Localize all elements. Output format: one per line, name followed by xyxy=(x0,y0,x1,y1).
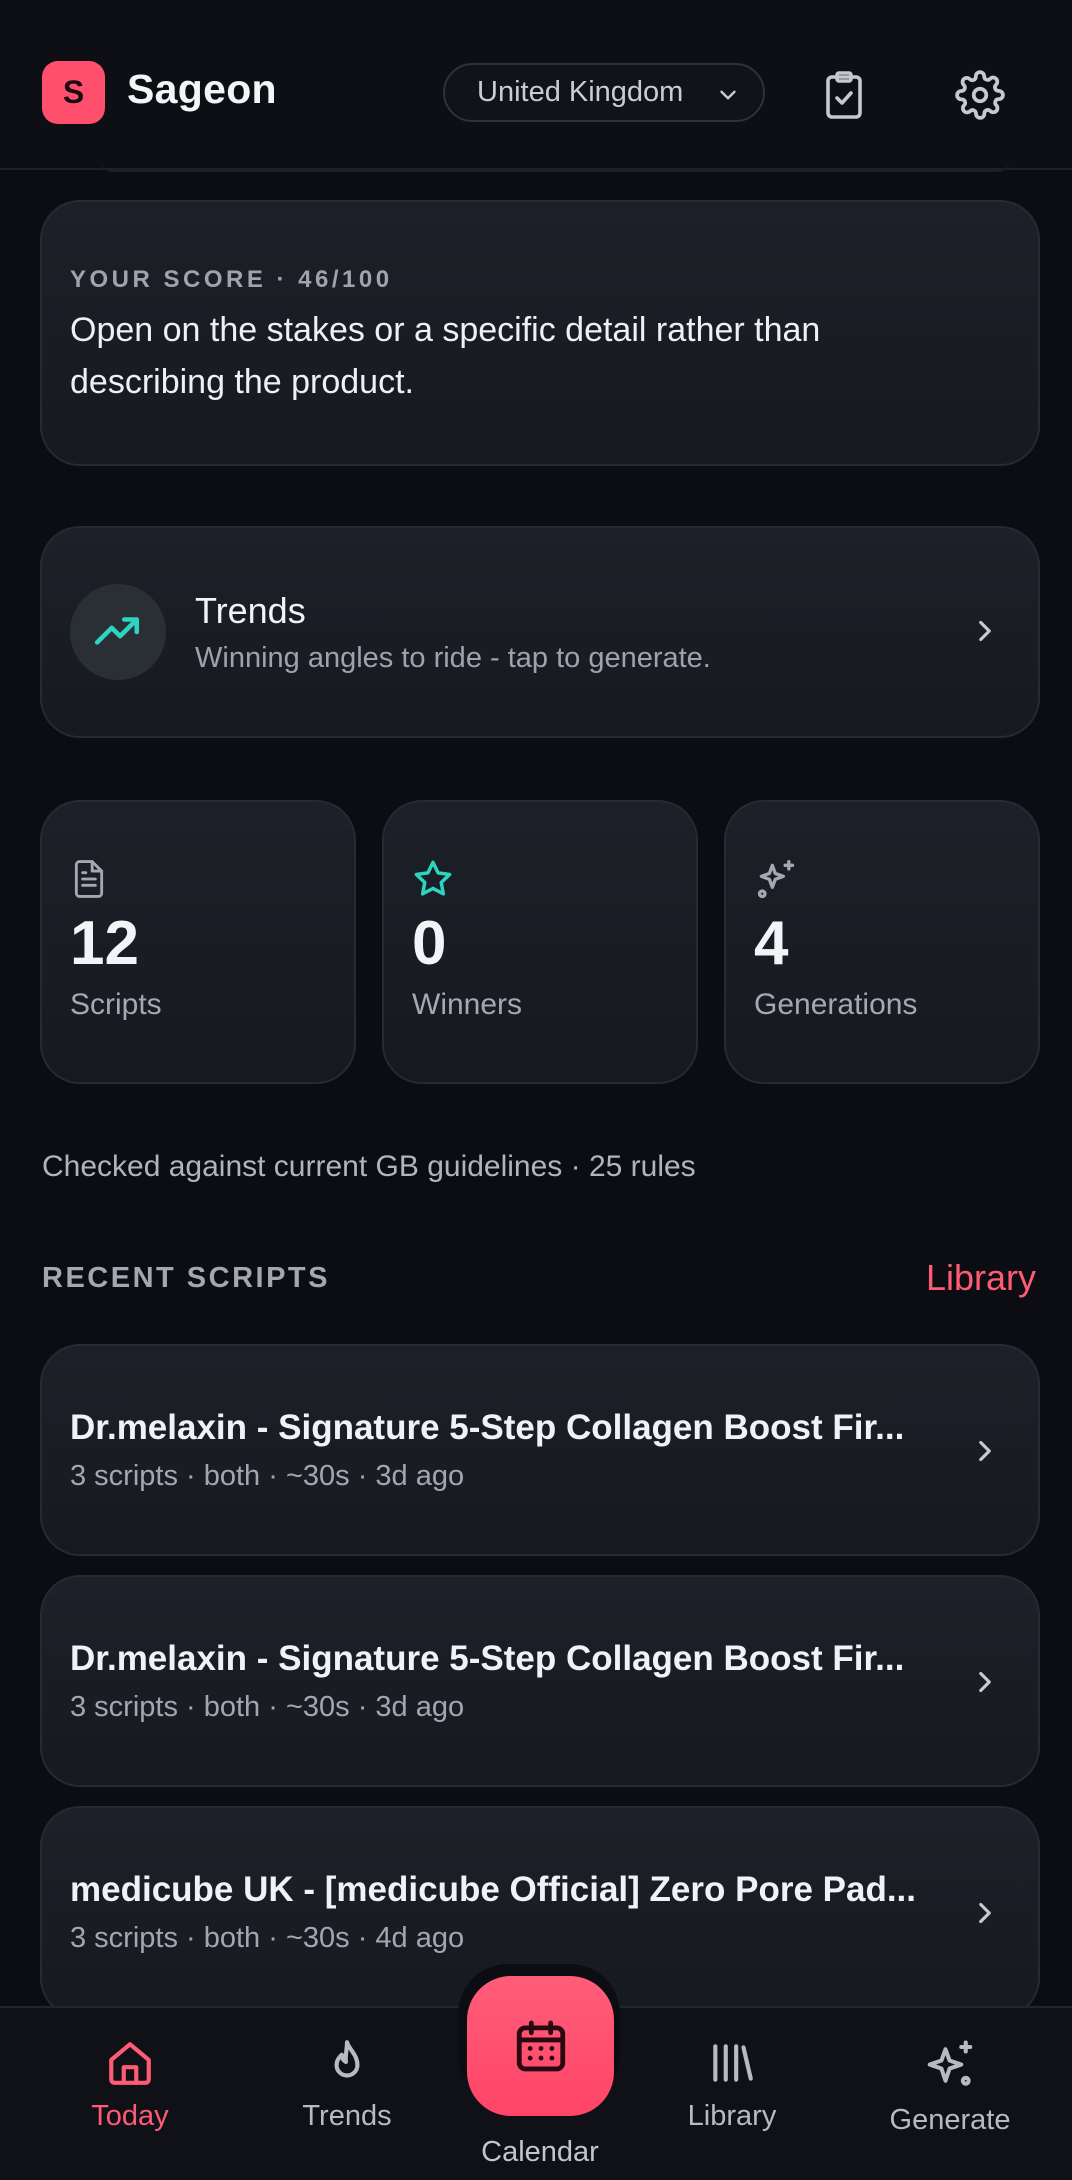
stat-value: 12 xyxy=(70,909,139,978)
nav-label: Library xyxy=(687,2100,777,2132)
script-title: Dr.melaxin - Signature 5-Step Collagen B… xyxy=(70,1639,905,1678)
stat-value: 0 xyxy=(412,909,447,978)
region-select-value: United Kingdom xyxy=(477,76,684,108)
star-icon xyxy=(414,860,452,896)
stat-value: 4 xyxy=(754,909,789,978)
home-icon xyxy=(109,2042,151,2085)
scrolled-card-edge xyxy=(100,160,1010,172)
nav-label: Generate xyxy=(889,2104,1011,2136)
chevron-right-icon xyxy=(979,1671,991,1693)
stat-generations[interactable]: 4 Generations xyxy=(724,800,1040,1084)
script-list-item[interactable]: Dr.melaxin - Signature 5-Step Collagen B… xyxy=(40,1344,1040,1556)
script-meta: 3 scripts · both · ~30s · 3d ago xyxy=(70,1460,465,1492)
chevron-right-icon xyxy=(979,1902,991,1924)
app-header: S Sageon United Kingdom xyxy=(0,0,1072,170)
calendar-icon xyxy=(516,2020,565,2072)
trending-up-icon xyxy=(94,617,140,645)
guidelines-note: Checked against current GB guidelines · … xyxy=(42,1150,696,1183)
nav-calendar-label: Calendar xyxy=(481,2136,599,2168)
chevron-down-icon xyxy=(720,90,736,100)
nav-label: Trends xyxy=(302,2100,392,2132)
clipboard-check-icon xyxy=(826,71,862,119)
chevron-right-icon xyxy=(979,1440,991,1462)
document-icon xyxy=(74,860,104,898)
nav-library[interactable]: Library xyxy=(642,2038,822,2158)
app-name: Sageon xyxy=(127,66,277,112)
sparkles-icon xyxy=(927,2040,973,2086)
library-icon xyxy=(713,2044,753,2082)
trends-title: Trends xyxy=(195,590,306,631)
region-select[interactable]: United Kingdom xyxy=(443,63,765,122)
library-link[interactable]: Library xyxy=(926,1257,1036,1299)
stat-label: Winners xyxy=(412,988,523,1021)
app-logo: S xyxy=(42,61,105,124)
nav-generate[interactable]: Generate xyxy=(860,2038,1040,2158)
clipboard-check-button[interactable] xyxy=(809,60,879,130)
nav-trends[interactable]: Trends xyxy=(257,2038,437,2158)
chevron-right-icon xyxy=(979,620,991,642)
script-meta: 3 scripts · both · ~30s · 4d ago xyxy=(70,1922,465,1954)
stat-label: Generations xyxy=(754,988,918,1021)
calendar-fab-button[interactable] xyxy=(467,1976,614,2116)
nav-label: Today xyxy=(91,2100,169,2132)
score-label: YOUR SCORE · 46/100 xyxy=(70,266,393,293)
trends-subtitle: Winning angles to ride - tap to generate… xyxy=(195,642,711,674)
trends-card[interactable]: Trends Winning angles to ride - tap to g… xyxy=(40,526,1040,738)
flame-icon xyxy=(334,2040,360,2078)
nav-today[interactable]: Today xyxy=(40,2038,220,2158)
settings-button[interactable] xyxy=(945,60,1015,130)
recent-scripts-heading: RECENT SCRIPTS xyxy=(42,1262,330,1294)
stat-label: Scripts xyxy=(70,988,162,1021)
trending-up-icon-badge xyxy=(70,584,166,680)
script-list-item[interactable]: Dr.melaxin - Signature 5-Step Collagen B… xyxy=(40,1575,1040,1787)
script-meta: 3 scripts · both · ~30s · 3d ago xyxy=(70,1691,465,1723)
score-tip: Open on the stakes or a specific detail … xyxy=(70,311,821,401)
score-card: YOUR SCORE · 46/100 Open on the stakes o… xyxy=(40,200,1040,466)
script-title: Dr.melaxin - Signature 5-Step Collagen B… xyxy=(70,1408,905,1447)
script-title: medicube UK - [medicube Official] Zero P… xyxy=(70,1870,916,1909)
gear-icon xyxy=(955,70,1005,120)
stat-scripts[interactable]: 12 Scripts xyxy=(40,800,356,1084)
sparkles-icon xyxy=(757,860,795,899)
logo-letter: S xyxy=(62,74,85,110)
stat-winners[interactable]: 0 Winners xyxy=(382,800,698,1084)
